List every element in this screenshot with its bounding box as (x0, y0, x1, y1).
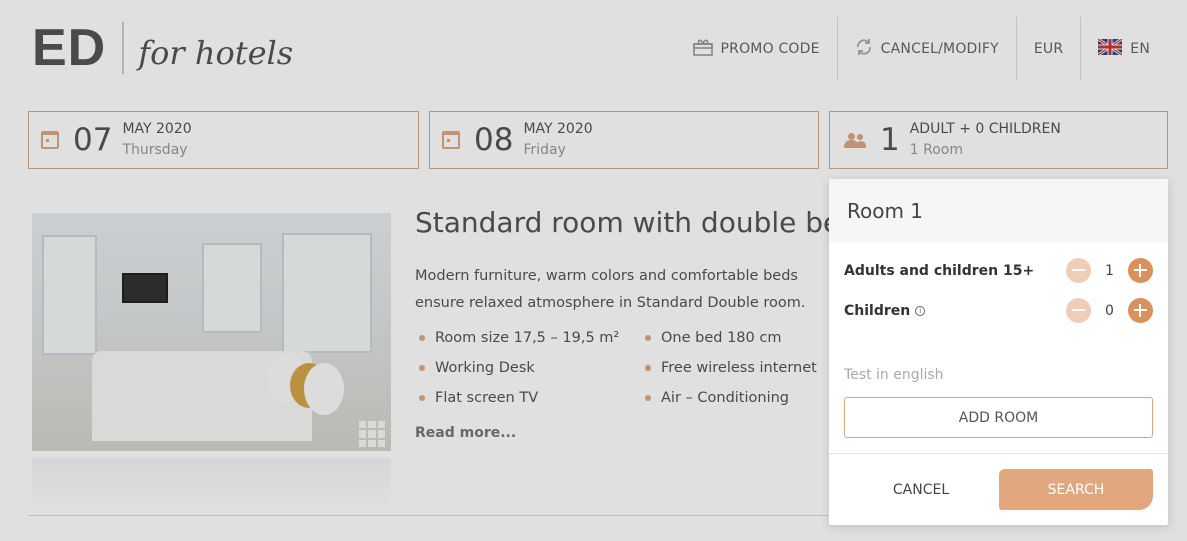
room-title: Standard room with double bed (415, 206, 859, 239)
room-photo[interactable] (32, 213, 391, 451)
cancel-button[interactable]: CANCEL (844, 470, 998, 510)
room-feature: Free wireless internet (645, 360, 817, 376)
adults-value: 1 (1105, 262, 1114, 279)
adults-label: Adults and children 15+ (844, 262, 1035, 279)
children-row: Children i 0 (844, 298, 1153, 323)
popup-divider (829, 453, 1168, 454)
logo-divider (122, 22, 125, 74)
guests-summary: ADULT + 0 CHILDREN (909, 121, 1061, 137)
guests-popup: Room 1 Adults and children 15+ 1 Childre… (829, 179, 1168, 525)
popup-note: Test in english (844, 367, 944, 383)
adults-plus-button[interactable] (1128, 258, 1153, 283)
checkout-month-year: MAY 2020 (523, 121, 593, 137)
search-button[interactable]: SEARCH (999, 469, 1153, 510)
language-label: EN (1130, 41, 1150, 57)
promo-code-label: PROMO CODE (720, 41, 820, 57)
checkout-day: 08 (474, 122, 514, 158)
children-label: Children (844, 302, 911, 319)
children-value: 0 (1105, 302, 1114, 319)
checkin-month-year: MAY 2020 (122, 121, 192, 137)
photo-reflection (32, 458, 391, 510)
adults-minus-button[interactable] (1066, 258, 1091, 283)
children-stepper: 0 (1066, 298, 1153, 323)
gallery-icon[interactable] (359, 421, 385, 447)
refresh-icon (855, 38, 873, 60)
tv-image (122, 273, 168, 303)
currency-selector[interactable]: EUR (1015, 17, 1080, 81)
room-feature: Air – Conditioning (645, 390, 789, 406)
guests-field[interactable]: 1 ADULT + 0 CHILDREN 1 Room (829, 111, 1168, 169)
promo-code-button[interactable]: PROMO CODE (676, 17, 837, 81)
checkout-field[interactable]: 08 MAY 2020 Friday (429, 111, 819, 169)
logo[interactable]: ED for hotels (32, 22, 293, 74)
checkin-day: 07 (73, 122, 113, 158)
children-plus-button[interactable] (1128, 298, 1153, 323)
add-room-button[interactable]: ADD ROOM (844, 397, 1153, 438)
cancel-modify-button[interactable]: CANCEL/MODIFY (836, 17, 1016, 81)
divider (28, 515, 828, 516)
currency-label: EUR (1033, 41, 1064, 57)
children-minus-button[interactable] (1066, 298, 1091, 323)
adults-stepper: 1 (1066, 258, 1153, 283)
room-description: Modern furniture, warm colors and comfor… (415, 268, 806, 311)
checkin-weekday: Thursday (122, 142, 188, 158)
adults-row: Adults and children 15+ 1 (844, 258, 1153, 283)
checkout-weekday: Friday (523, 142, 566, 158)
logo-tagline: for hotels (138, 34, 294, 72)
checkin-field[interactable]: 07 MAY 2020 Thursday (28, 111, 419, 169)
calendar-icon (442, 131, 460, 149)
guests-rooms: 1 Room (909, 142, 963, 158)
info-icon[interactable]: i (915, 305, 926, 316)
cancel-modify-label: CANCEL/MODIFY (880, 41, 999, 57)
room-feature: Room size 17,5 – 19,5 m² (419, 330, 619, 346)
language-selector[interactable]: EN (1080, 17, 1167, 81)
room-feature: Working Desk (419, 360, 535, 376)
room-feature: Flat screen TV (419, 390, 538, 406)
uk-flag-icon (1097, 37, 1124, 59)
calendar-icon (41, 131, 59, 149)
popup-title: Room 1 (829, 179, 1168, 242)
guests-count: 1 (880, 122, 900, 158)
top-nav: PROMO CODE CANCEL/MODIFY EUR EN (676, 17, 1168, 81)
read-more-link[interactable]: Read more... (415, 425, 516, 441)
people-icon (844, 133, 866, 148)
logo-ed: ED (32, 19, 107, 77)
gift-icon (692, 38, 713, 60)
room-feature: One bed 180 cm (645, 330, 781, 346)
